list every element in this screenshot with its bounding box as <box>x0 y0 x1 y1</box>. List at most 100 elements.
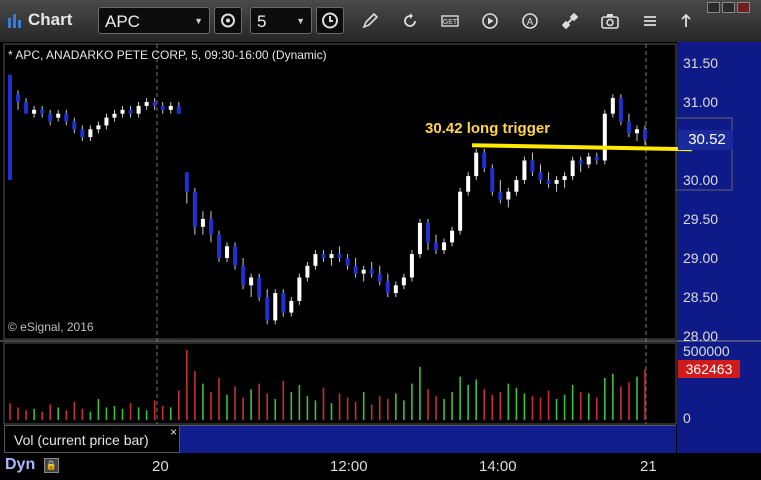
candle-body <box>297 277 302 301</box>
candle-body <box>184 172 189 192</box>
pencil-icon[interactable] <box>360 11 380 31</box>
price-tick-label: 29.00 <box>683 250 719 266</box>
candle-body <box>208 219 213 235</box>
candle-body <box>313 254 318 266</box>
volume-axis-top: 500000 <box>683 343 730 359</box>
volume-study-label[interactable]: Vol (current price bar) <box>4 425 180 453</box>
price-tick-label: 28.00 <box>683 328 719 344</box>
candle-body <box>369 269 374 274</box>
candle-body <box>200 219 205 227</box>
svg-text:GET: GET <box>443 19 458 26</box>
candle-body <box>56 113 61 118</box>
interval-input[interactable]: 5 ▼ <box>250 7 312 34</box>
candle-body <box>168 105 173 110</box>
price-tick-label: 28.50 <box>683 289 719 305</box>
camera-icon[interactable] <box>600 11 620 31</box>
candle-body <box>16 94 21 102</box>
candle-body <box>329 254 334 258</box>
candle-body <box>385 281 390 294</box>
candle-body <box>466 176 471 192</box>
candle-body <box>249 277 254 286</box>
dynamic-mode-label[interactable]: Dyn <box>5 456 35 474</box>
candle-body <box>265 297 270 321</box>
candle-body <box>24 102 29 114</box>
candle-body <box>562 176 567 180</box>
candle-body <box>377 273 382 282</box>
volume-last-tag: 362463 <box>678 360 740 378</box>
candle-body <box>152 102 157 106</box>
candle-body <box>578 160 583 165</box>
chart-app-icon <box>8 14 21 28</box>
candle-body <box>192 191 197 227</box>
interval-clock-button[interactable] <box>316 7 344 34</box>
connect-icon[interactable] <box>560 11 580 31</box>
candle-body <box>409 254 414 278</box>
refresh-icon[interactable] <box>400 11 420 31</box>
candle-body <box>594 156 599 161</box>
volume-axis-zero: 0 <box>683 410 691 426</box>
candle-body <box>417 222 422 255</box>
time-label-1400: 14:00 <box>479 458 517 475</box>
candle-body <box>642 129 648 140</box>
symbol-value: APC <box>105 12 140 31</box>
candle-body <box>64 113 69 122</box>
interval-value: 5 <box>257 12 267 31</box>
candle-body <box>96 125 101 130</box>
candle-body <box>546 180 551 184</box>
symbol-input[interactable]: APC ▼ <box>98 7 210 34</box>
price-tick-label: 29.50 <box>683 211 719 227</box>
candle-body <box>538 172 543 180</box>
candle-body <box>554 180 559 184</box>
candle-body <box>610 98 615 114</box>
trigger-annotation: 30.42 long trigger <box>425 120 551 137</box>
price-tick-label: 31.50 <box>683 55 719 71</box>
candle-body <box>634 129 639 134</box>
candle-body <box>393 285 398 294</box>
candle-body <box>112 113 117 118</box>
chevron-down-icon[interactable]: ▼ <box>296 8 305 35</box>
symbol-settings-button[interactable] <box>214 7 242 34</box>
candle-body <box>233 246 238 266</box>
candle-body <box>72 121 77 130</box>
candle-body <box>120 109 125 114</box>
candle-body <box>506 191 511 200</box>
gear-icon <box>221 13 235 28</box>
candle-body <box>160 105 165 110</box>
time-label-1200: 12:00 <box>330 458 368 475</box>
close-study-icon[interactable]: × <box>170 425 177 439</box>
lock-icon[interactable]: 🔒 <box>44 458 59 473</box>
candle-body <box>353 265 358 274</box>
candle-body <box>401 277 406 286</box>
play-icon[interactable] <box>480 11 500 31</box>
link-icon[interactable] <box>676 11 696 31</box>
candle-body <box>442 242 447 251</box>
candle-body <box>225 246 230 258</box>
candle-body <box>216 234 221 258</box>
copyright: © eSignal, 2016 <box>8 320 94 334</box>
close-button[interactable] <box>737 2 750 13</box>
candle-body <box>490 168 495 192</box>
candle-body <box>345 258 350 266</box>
maximize-button[interactable] <box>722 2 735 13</box>
candle-body <box>305 265 310 278</box>
candle-body <box>361 269 366 274</box>
candle-body <box>88 129 93 138</box>
candle-body <box>144 102 149 106</box>
minimize-button[interactable] <box>707 2 720 13</box>
alert-icon[interactable]: A <box>520 11 540 31</box>
menu-icon[interactable] <box>640 11 660 31</box>
candle-body <box>434 242 439 251</box>
candle-body <box>241 265 246 286</box>
candle-body <box>337 254 342 258</box>
candle-body <box>128 109 133 114</box>
get-icon[interactable]: GET <box>440 11 460 31</box>
clock-icon <box>322 12 338 29</box>
candle-body <box>530 160 535 173</box>
candle-body <box>425 222 430 243</box>
candle-body <box>104 117 109 126</box>
last-price-tag: 30.52 <box>678 130 733 150</box>
price-chart[interactable] <box>0 42 761 453</box>
chevron-down-icon[interactable]: ▼ <box>194 8 203 35</box>
candle-body <box>80 129 85 138</box>
candle-body <box>136 105 141 114</box>
